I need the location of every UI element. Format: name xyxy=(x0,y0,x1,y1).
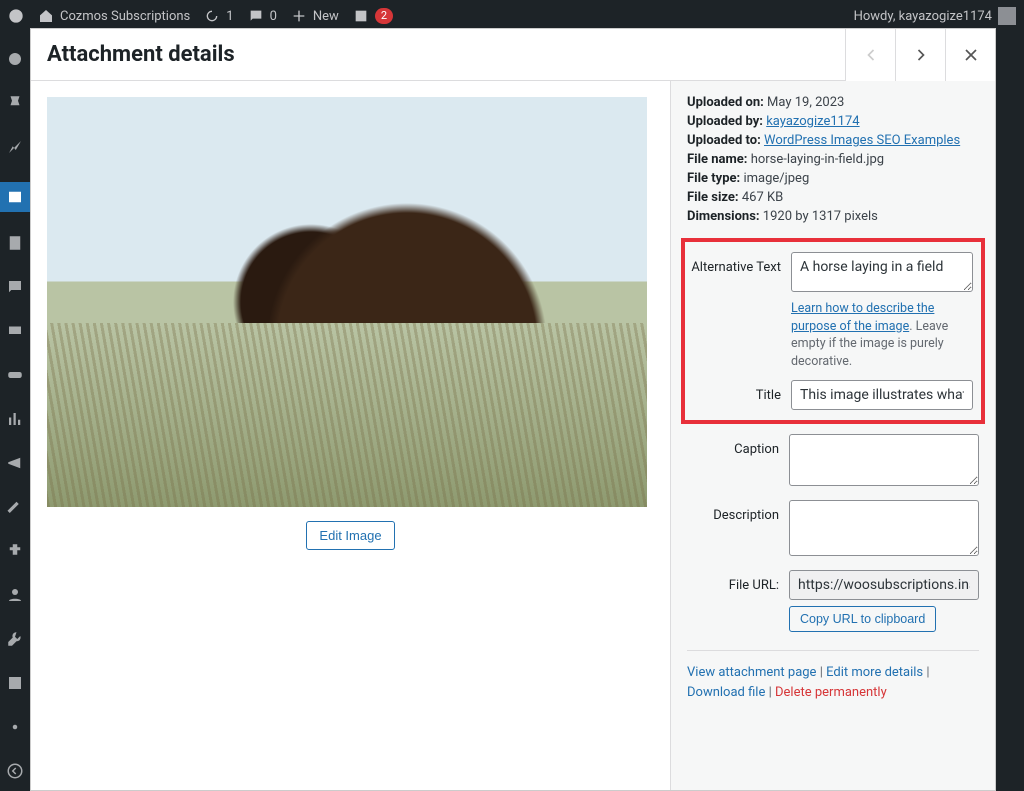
alt-text-helper: Learn how to describe the purpose of the… xyxy=(791,300,973,370)
new-label: New xyxy=(313,9,339,24)
woocommerce-icon[interactable] xyxy=(6,366,24,388)
file-type-label: File type: xyxy=(687,171,740,186)
prev-button[interactable] xyxy=(845,29,895,81)
admin-sidebar xyxy=(0,32,30,791)
download-file-link[interactable]: Download file xyxy=(687,685,765,700)
uploaded-to-link[interactable]: WordPress Images SEO Examples xyxy=(764,133,960,148)
howdy-label: Howdy, kayazogize1174 xyxy=(854,9,992,24)
attachment-image xyxy=(47,97,647,507)
updates-item[interactable]: 1 xyxy=(204,8,233,24)
modal-header: Attachment details xyxy=(31,29,995,81)
comments-icon[interactable] xyxy=(6,278,24,300)
comments-count: 0 xyxy=(270,9,277,24)
close-button[interactable] xyxy=(945,29,995,81)
file-name-value: horse-laying-in-field.jpg xyxy=(751,152,884,167)
uploaded-to-label: Uploaded to: xyxy=(687,133,761,148)
edit-more-link[interactable]: Edit more details xyxy=(826,665,923,680)
avatar-icon xyxy=(998,7,1016,25)
comments-item[interactable]: 0 xyxy=(248,8,277,24)
seo-icon[interactable] xyxy=(6,674,24,696)
appearance-icon[interactable] xyxy=(6,498,24,520)
media-icon[interactable] xyxy=(0,182,30,212)
copy-url-button[interactable]: Copy URL to clipboard xyxy=(789,606,936,632)
file-url-label: File URL: xyxy=(687,570,789,593)
caption-input[interactable] xyxy=(789,434,979,486)
collapse-icon[interactable] xyxy=(6,762,24,784)
attachment-sidebar: Uploaded on: May 19, 2023 Uploaded by: k… xyxy=(670,81,995,790)
feedback-icon[interactable] xyxy=(6,322,24,344)
yoast-item[interactable]: 2 xyxy=(353,8,393,24)
pages-icon[interactable] xyxy=(6,234,24,256)
howdy-user[interactable]: Howdy, kayazogize1174 xyxy=(854,7,1016,25)
dimensions-value: 1920 by 1317 pixels xyxy=(763,209,878,224)
settings-icon[interactable] xyxy=(6,718,24,740)
caption-label: Caption xyxy=(687,434,789,457)
file-size-value: 467 KB xyxy=(742,190,783,205)
file-type-value: image/jpeg xyxy=(743,171,809,186)
description-label: Description xyxy=(687,500,789,523)
highlighted-fields: Alternative Text Learn how to describe t… xyxy=(681,238,985,424)
site-name-label: Cozmos Subscriptions xyxy=(60,9,190,24)
chart-icon[interactable] xyxy=(6,138,24,160)
file-size-label: File size: xyxy=(687,190,739,205)
separator xyxy=(687,650,979,651)
uploaded-by-link[interactable]: kayazogize1174 xyxy=(766,114,859,129)
analytics-icon[interactable] xyxy=(6,410,24,432)
delete-permanently-link[interactable]: Delete permanently xyxy=(775,685,887,700)
title-input[interactable] xyxy=(791,380,973,410)
updates-count: 1 xyxy=(226,9,233,24)
dimensions-label: Dimensions: xyxy=(687,209,760,224)
new-item[interactable]: New xyxy=(291,8,339,24)
attachment-actions: View attachment page | Edit more details… xyxy=(687,663,979,702)
dashboard-icon[interactable] xyxy=(6,50,24,72)
yoast-badge: 2 xyxy=(375,8,393,24)
uploaded-by-label: Uploaded by: xyxy=(687,114,763,129)
modal-title: Attachment details xyxy=(31,42,235,67)
attachment-details-modal: Attachment details Edit Image Uploade xyxy=(30,28,996,791)
title-label: Title xyxy=(689,380,791,403)
wp-logo-icon[interactable] xyxy=(8,8,24,24)
edit-image-button[interactable]: Edit Image xyxy=(306,521,394,550)
pin-icon[interactable] xyxy=(6,94,24,116)
plugins-icon[interactable] xyxy=(6,542,24,564)
next-button[interactable] xyxy=(895,29,945,81)
alt-text-label: Alternative Text xyxy=(689,252,791,275)
description-input[interactable] xyxy=(789,500,979,556)
alt-text-input[interactable] xyxy=(791,252,973,292)
view-attachment-link[interactable]: View attachment page xyxy=(687,665,816,680)
tools-icon[interactable] xyxy=(6,630,24,652)
file-url-input[interactable] xyxy=(789,570,979,600)
media-preview-column: Edit Image xyxy=(31,81,670,790)
site-name[interactable]: Cozmos Subscriptions xyxy=(38,8,190,24)
file-name-label: File name: xyxy=(687,152,747,167)
uploaded-on-label: Uploaded on: xyxy=(687,95,764,110)
uploaded-on-value: May 19, 2023 xyxy=(767,95,844,110)
marketing-icon[interactable] xyxy=(6,454,24,476)
users-icon[interactable] xyxy=(6,586,24,608)
